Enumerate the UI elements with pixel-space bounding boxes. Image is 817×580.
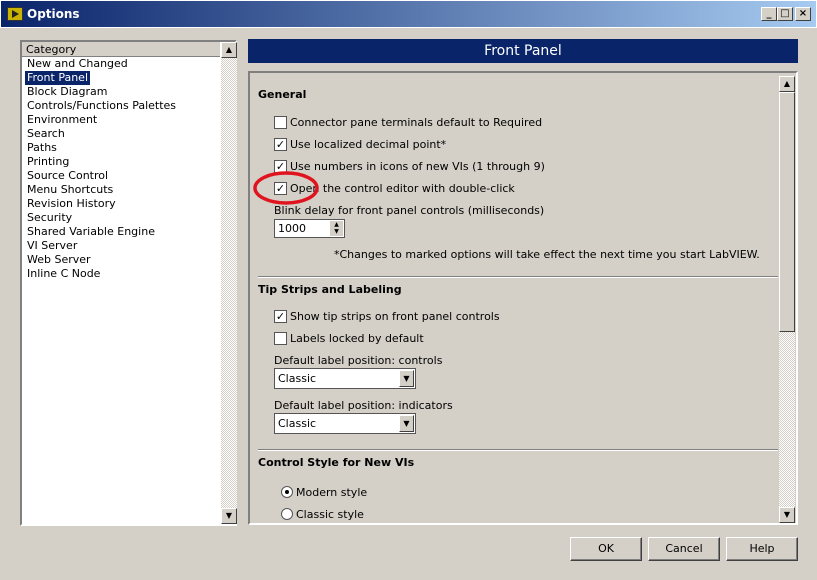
- scroll-up-icon[interactable]: ▲: [779, 76, 795, 92]
- scroll-down-icon[interactable]: ▼: [221, 508, 237, 524]
- radio-label[interactable]: Modern style: [296, 486, 367, 499]
- title-bar: Options _ □ ×: [0, 0, 817, 28]
- category-item[interactable]: Controls/Functions Palettes: [25, 99, 178, 113]
- controls-label-position-select[interactable]: Classic ▼: [274, 368, 416, 389]
- checkbox-label[interactable]: Connector pane terminals default to Requ…: [290, 116, 542, 129]
- checkbox[interactable]: ✓: [274, 138, 287, 151]
- category-item[interactable]: Front Panel: [25, 71, 90, 85]
- spinner-arrows-icon[interactable]: ▲ ▼: [330, 221, 343, 236]
- tips-heading: Tip Strips and Labeling: [258, 283, 402, 296]
- category-item[interactable]: Printing: [25, 155, 71, 169]
- controls-label-position-label: Default label position: controls: [274, 354, 443, 367]
- category-list[interactable]: Category New and Changed Front Panel Block…: [20, 40, 237, 526]
- divider: [258, 276, 778, 278]
- cancel-button[interactable]: Cancel: [648, 537, 720, 561]
- close-button[interactable]: ×: [795, 7, 811, 21]
- divider: [258, 449, 778, 451]
- dropdown-arrow-icon[interactable]: ▼: [399, 370, 414, 387]
- category-item[interactable]: Shared Variable Engine: [25, 225, 157, 239]
- category-item[interactable]: Security: [25, 211, 74, 225]
- category-item[interactable]: Source Control: [25, 169, 110, 183]
- checkbox-label[interactable]: Use localized decimal point*: [290, 138, 446, 151]
- category-item[interactable]: Environment: [25, 113, 99, 127]
- labview-app-icon: [7, 7, 23, 21]
- help-button[interactable]: Help: [726, 537, 798, 561]
- category-item[interactable]: Web Server: [25, 253, 93, 267]
- blink-delay-input[interactable]: 1000 ▲ ▼: [274, 219, 345, 238]
- radio-button[interactable]: [281, 508, 293, 520]
- scroll-down-icon[interactable]: ▼: [779, 507, 795, 523]
- restart-note: *Changes to marked options will take eff…: [334, 248, 760, 261]
- select-value: Classic: [278, 372, 317, 385]
- checkbox[interactable]: [274, 332, 287, 345]
- indicators-label-position-label: Default label position: indicators: [274, 399, 453, 412]
- select-value: Classic: [278, 417, 317, 430]
- maximize-button[interactable]: □: [777, 7, 793, 21]
- category-item[interactable]: New and Changed: [25, 57, 130, 71]
- checkbox-label[interactable]: Use numbers in icons of new VIs (1 throu…: [290, 160, 545, 173]
- blink-delay-value: 1000: [278, 222, 306, 235]
- category-item[interactable]: Paths: [25, 141, 59, 155]
- page-title: Front Panel: [248, 39, 798, 63]
- options-panel: General Connector pane terminals default…: [248, 71, 798, 525]
- window-title: Options: [27, 7, 80, 21]
- checkbox[interactable]: [274, 116, 287, 129]
- category-scrollbar[interactable]: ▲ ▼: [221, 42, 237, 524]
- category-item[interactable]: Menu Shortcuts: [25, 183, 115, 197]
- checkbox-label[interactable]: Labels locked by default: [290, 332, 424, 345]
- category-item[interactable]: VI Server: [25, 239, 79, 253]
- radio-label[interactable]: Classic style: [296, 508, 364, 521]
- checkbox-label[interactable]: Show tip strips on front panel controls: [290, 310, 500, 323]
- red-highlight-circle: [253, 171, 319, 205]
- checkbox[interactable]: ✓: [274, 310, 287, 323]
- panel-scrollbar[interactable]: ▲ ▼: [779, 76, 795, 523]
- scroll-thumb[interactable]: [779, 92, 795, 332]
- scroll-up-icon[interactable]: ▲: [221, 42, 237, 58]
- category-item[interactable]: Block Diagram: [25, 85, 109, 99]
- category-item[interactable]: Inline C Node: [25, 267, 102, 281]
- category-item[interactable]: Revision History: [25, 197, 118, 211]
- dropdown-arrow-icon[interactable]: ▼: [399, 415, 414, 432]
- category-header: Category: [22, 42, 220, 57]
- category-item[interactable]: Search: [25, 127, 67, 141]
- minimize-button[interactable]: _: [761, 7, 777, 21]
- ok-button[interactable]: OK: [570, 537, 642, 561]
- general-heading: General: [258, 88, 307, 101]
- indicators-label-position-select[interactable]: Classic ▼: [274, 413, 416, 434]
- style-heading: Control Style for New VIs: [258, 456, 415, 469]
- radio-button[interactable]: [281, 486, 293, 498]
